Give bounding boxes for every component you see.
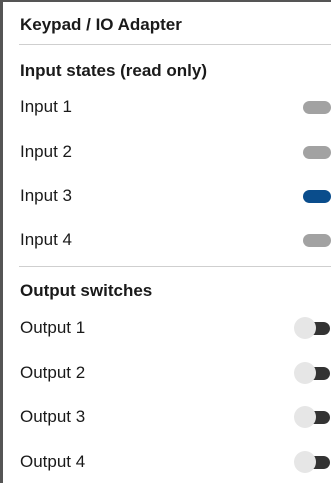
section-divider: [19, 266, 331, 267]
input-states-heading: Input states (read only): [20, 61, 208, 80]
app-title: Keypad / IO Adapter: [20, 15, 182, 34]
header-divider: [19, 44, 331, 45]
input-label: Input 3: [20, 186, 72, 205]
switch-thumb: [294, 406, 316, 428]
output-row-2[interactable]: Output 2: [19, 353, 331, 393]
output-toggle-switch[interactable]: [294, 317, 330, 339]
input-row-3: Input 3: [19, 176, 331, 216]
switch-thumb: [294, 362, 316, 384]
input-label: Input 4: [20, 230, 72, 249]
output-row-1[interactable]: Output 1: [19, 308, 331, 348]
output-label: Output 2: [20, 363, 86, 382]
input-label: Input 1: [20, 97, 72, 116]
output-row-4[interactable]: Output 4: [19, 442, 331, 482]
input-row-1: Input 1: [19, 87, 331, 127]
switch-thumb: [294, 451, 316, 473]
input-row-4: Input 4: [19, 220, 331, 260]
input-state-indicator: [303, 146, 331, 159]
output-row-3[interactable]: Output 3: [19, 397, 331, 437]
output-toggle-switch[interactable]: [294, 451, 330, 473]
output-switches-heading: Output switches: [20, 281, 153, 300]
output-toggle-switch[interactable]: [294, 406, 330, 428]
output-label: Output 3: [20, 407, 86, 426]
input-state-indicator: [303, 101, 331, 114]
output-label: Output 4: [20, 452, 86, 471]
input-state-indicator: [303, 234, 331, 247]
output-label: Output 1: [20, 318, 86, 337]
switch-thumb: [294, 317, 316, 339]
input-state-indicator: [303, 190, 331, 203]
input-label: Input 2: [20, 142, 72, 161]
output-toggle-switch[interactable]: [294, 362, 330, 384]
app-window: Keypad / IO Adapter Input states (read o…: [0, 0, 331, 483]
input-row-2: Input 2: [19, 132, 331, 172]
